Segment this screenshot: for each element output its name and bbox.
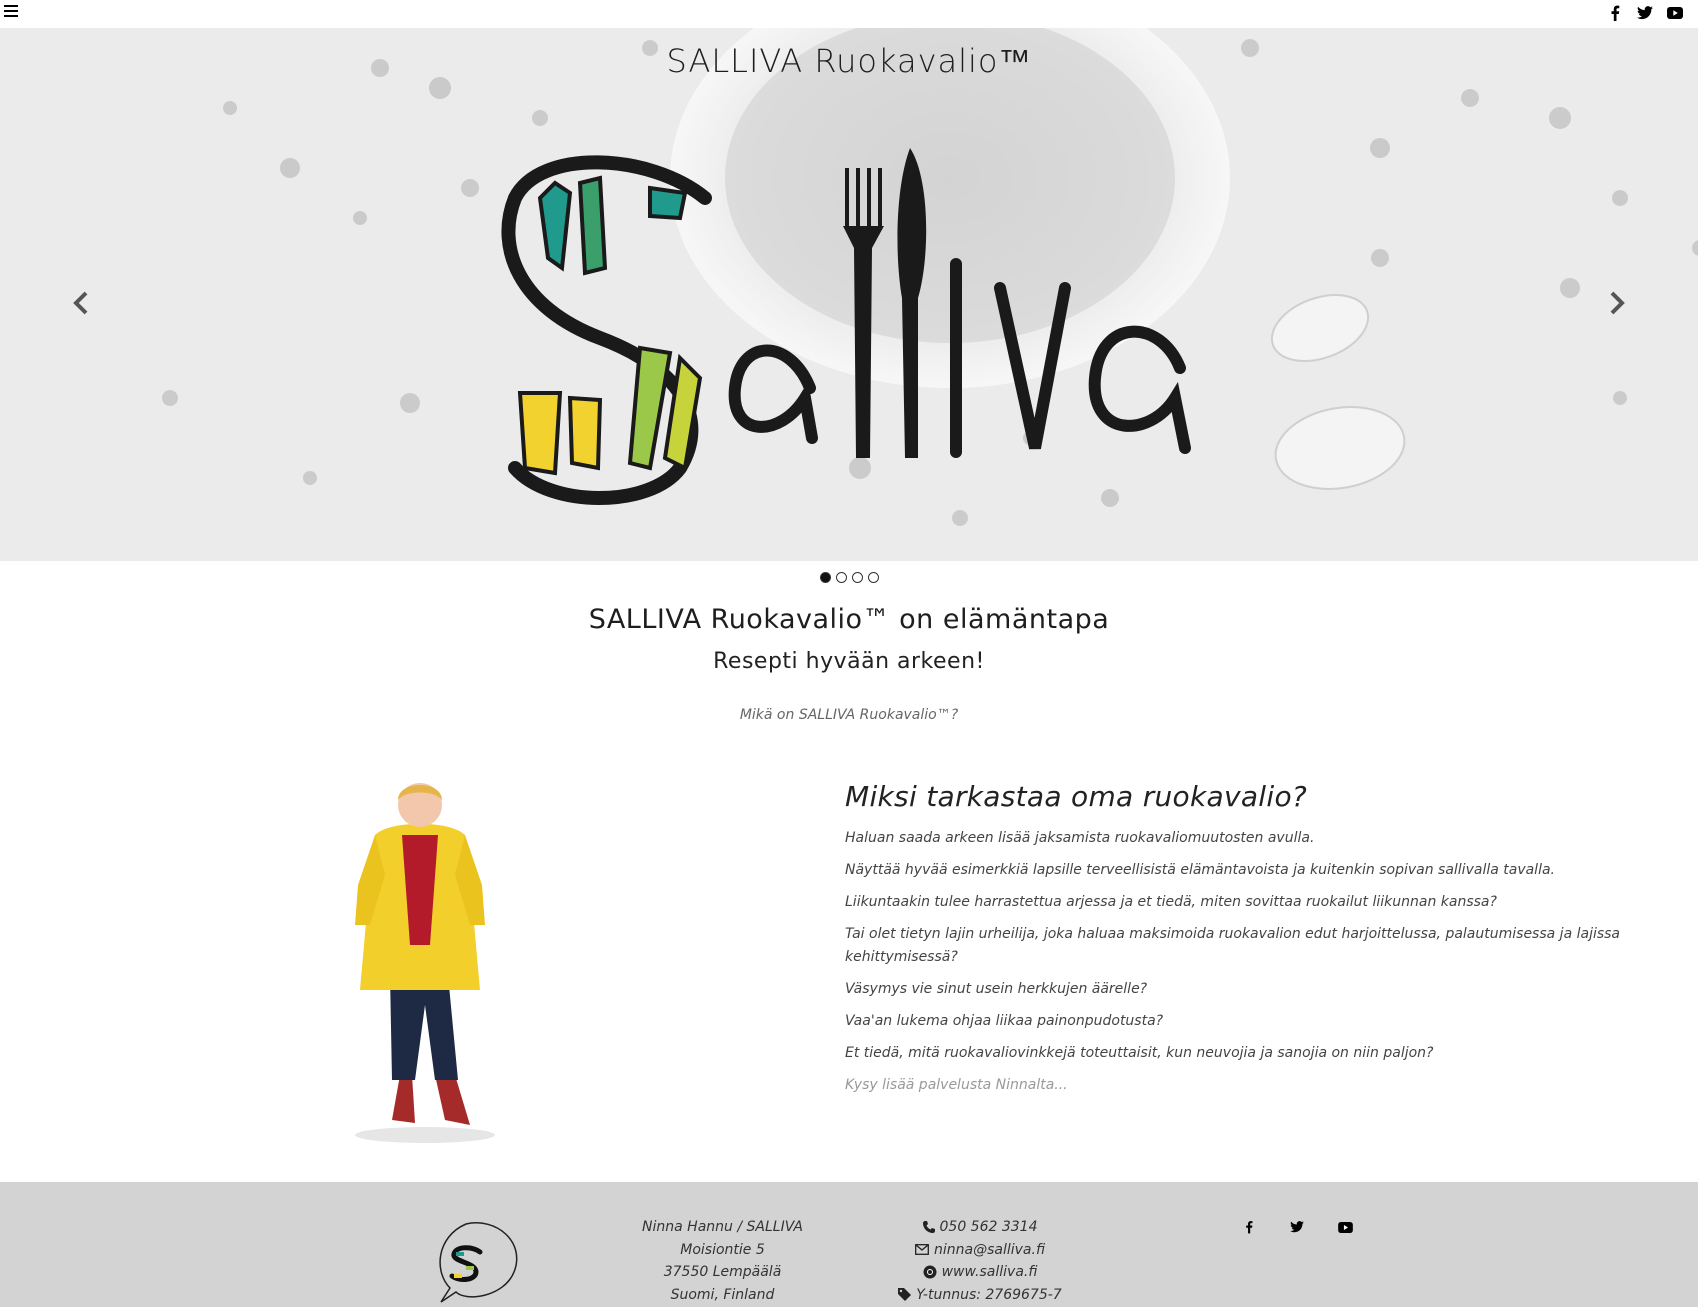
address-line: 37550 Lempäälä <box>663 1264 782 1280</box>
address-line: Moisiontie 5 <box>680 1241 765 1258</box>
email-address: ninna@salliva.fi <box>934 1241 1045 1258</box>
ask-ninna-link[interactable]: Kysy lisää palvelusta Ninnalta... <box>845 1077 1068 1093</box>
envelope-icon <box>915 1244 929 1256</box>
carousel-indicators <box>0 572 1698 583</box>
why-paragraph: Näyttää hyvää esimerkkiä lapsille tervee… <box>845 862 1555 878</box>
intro-heading: SALLIVA Ruokavalio™ on elämäntapa <box>588 604 1110 635</box>
phone-icon <box>922 1221 935 1234</box>
twitter-icon[interactable] <box>1636 4 1654 22</box>
address-line: Suomi, Finland <box>670 1286 775 1303</box>
footer-social-links <box>1240 1218 1354 1236</box>
youtube-icon[interactable] <box>1666 4 1684 22</box>
carousel-dot-4[interactable] <box>867 572 879 583</box>
website-url: www.salliva.fi <box>941 1264 1038 1280</box>
facebook-icon[interactable] <box>1240 1218 1258 1236</box>
footer-address: Ninna Hannu / SALLIVA Moisiontie 5 37550… <box>600 1216 845 1306</box>
carousel-dot-3[interactable] <box>851 572 863 583</box>
why-heading: Miksi tarkastaa oma ruokavalio? <box>845 780 1308 813</box>
address-line: Ninna Hannu / SALLIVA <box>642 1219 803 1235</box>
business-id-row: Y-tunnus: 2769675-7 <box>860 1284 1100 1307</box>
youtube-icon[interactable] <box>1336 1218 1354 1236</box>
footer-contact: 050 562 3314 ninna@salliva.fi www.salliv… <box>860 1216 1100 1306</box>
website-row[interactable]: www.salliva.fi <box>860 1261 1100 1284</box>
carousel-prev-arrow-icon[interactable] <box>60 283 100 323</box>
top-social-links <box>1606 4 1684 22</box>
footer: Ninna Hannu / SALLIVA Moisiontie 5 37550… <box>0 1182 1698 1307</box>
phone-row[interactable]: 050 562 3314 <box>860 1216 1100 1239</box>
email-row[interactable]: ninna@salliva.fi <box>860 1239 1100 1262</box>
why-paragraph: Haluan saada arkeen lisää jaksamista ruo… <box>845 830 1315 846</box>
twitter-icon[interactable] <box>1288 1218 1306 1236</box>
what-is-salliva-link[interactable]: Mikä on SALLIVA Ruokavalio™? <box>740 707 958 723</box>
top-bar <box>0 0 1698 28</box>
phone-number: 050 562 3314 <box>939 1219 1038 1235</box>
why-paragraph: Vaa'an lukema ohjaa liikaa painonpudotus… <box>845 1013 1164 1029</box>
carousel-dot-1[interactable] <box>819 572 831 583</box>
facebook-icon[interactable] <box>1606 4 1624 22</box>
salliva-logo <box>501 148 1191 505</box>
why-paragraph: Väsymys vie sinut usein herkkujen äärell… <box>845 981 1148 997</box>
carousel-next-arrow-icon[interactable] <box>1598 283 1638 323</box>
browser-icon <box>923 1265 937 1279</box>
why-paragraph: Et tiedä, mitä ruokavaliovinkkejä toteut… <box>845 1045 1434 1061</box>
why-paragraph: Tai olet tietyn lajin urheilija, joka ha… <box>845 926 1621 965</box>
business-id: Y-tunnus: 2769675-7 <box>916 1286 1062 1303</box>
why-section: Miksi tarkastaa oma ruokavalio? Haluan s… <box>845 780 1645 1093</box>
hamburger-menu-icon[interactable] <box>4 5 18 19</box>
intro-section: SALLIVA Ruokavalio™ on elämäntapa Resept… <box>0 604 1698 723</box>
carousel-dot-2[interactable] <box>835 572 847 583</box>
why-paragraph: Liikuntaakin tulee harrastettua arjessa … <box>845 894 1497 910</box>
hero-title: SALLIVA Ruokavalio™ <box>666 42 1032 80</box>
intro-subheading: Resepti hyvään arkeen! <box>713 649 985 674</box>
person-photo <box>355 783 495 1143</box>
hero-carousel: SALLIVA Ruokavalio™ <box>0 28 1698 561</box>
footer-logo <box>439 1222 518 1303</box>
tag-icon <box>898 1288 912 1302</box>
